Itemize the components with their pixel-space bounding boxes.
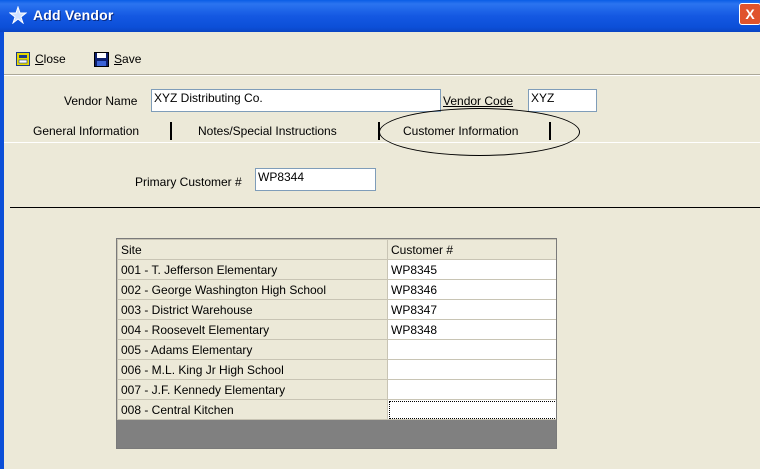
customer-number-cell[interactable]: WP8348 [387,319,556,340]
primary-customer-label: Primary Customer # [135,175,242,189]
save-label: ave [122,52,142,66]
save-button[interactable]: Save [94,50,141,68]
primary-customer-field[interactable]: WP8344 [255,168,376,191]
customer-number-cell[interactable] [387,339,556,360]
grid-header-row: Site Customer # [117,239,556,260]
tab-general-information[interactable]: General Information [33,120,139,142]
site-cell: 006 - M.L. King Jr High School [117,359,388,380]
site-cell: 005 - Adams Elementary [117,339,388,360]
table-row: 004 - Roosevelt Elementary WP8348 [117,319,556,340]
table-row: 008 - Central Kitchen [117,399,556,420]
table-row: 003 - District Warehouse WP8347 [117,299,556,320]
site-cell: 001 - T. Jefferson Elementary [117,259,388,280]
site-cell: 004 - Roosevelt Elementary [117,319,388,340]
site-cell: 008 - Central Kitchen [117,399,388,420]
add-vendor-window: Add Vendor X Close Save Vendor Name XYZ … [0,0,760,469]
window-close-button[interactable]: X [739,3,760,25]
section-divider [10,207,760,208]
site-cell: 003 - District Warehouse [117,299,388,320]
site-customer-grid: Site Customer # 001 - T. Jefferson Eleme… [116,238,557,449]
vendor-name-label: Vendor Name [64,94,138,108]
tab-notes-special-instructions[interactable]: Notes/Special Instructions [198,120,337,142]
customer-number-cell[interactable]: WP8347 [387,299,556,320]
column-header-site[interactable]: Site [117,239,388,260]
table-row: 007 - J.F. Kennedy Elementary [117,379,556,400]
table-row: 001 - T. Jefferson Elementary WP8345 [117,259,556,280]
vendor-code-label: Vendor Code [443,94,514,108]
site-cell: 002 - George Washington High School [117,279,388,300]
close-label: lose [43,52,66,66]
close-doc-icon [16,52,30,66]
tab-divider [170,122,172,140]
star-icon [9,6,27,24]
table-row: 005 - Adams Elementary [117,339,556,360]
close-accel: C [35,52,44,66]
customer-number-cell[interactable]: WP8345 [387,259,556,280]
site-cell: 007 - J.F. Kennedy Elementary [117,379,388,400]
vendor-code-field[interactable]: XYZ [528,89,597,112]
save-accel: S [114,52,123,66]
vendor-name-field[interactable]: XYZ Distributing Co. [151,89,441,112]
tab-baseline [4,142,760,143]
highlight-circle [379,108,580,156]
window-frame [0,32,4,469]
table-row: 006 - M.L. King Jr High School [117,359,556,380]
customer-number-cell[interactable] [387,379,556,400]
window-title: Add Vendor [33,7,114,23]
toolbar: Close Save [4,32,760,78]
column-header-customer[interactable]: Customer # [387,239,556,260]
customer-number-cell[interactable] [387,399,556,420]
customer-number-cell[interactable]: WP8346 [387,279,556,300]
title-bar: Add Vendor X [0,0,760,32]
table-row: 002 - George Washington High School WP83… [117,279,556,300]
close-button[interactable]: Close [16,50,66,68]
floppy-disk-icon [94,51,109,67]
toolbar-divider-highlight [4,75,760,76]
customer-number-cell[interactable] [387,359,556,380]
